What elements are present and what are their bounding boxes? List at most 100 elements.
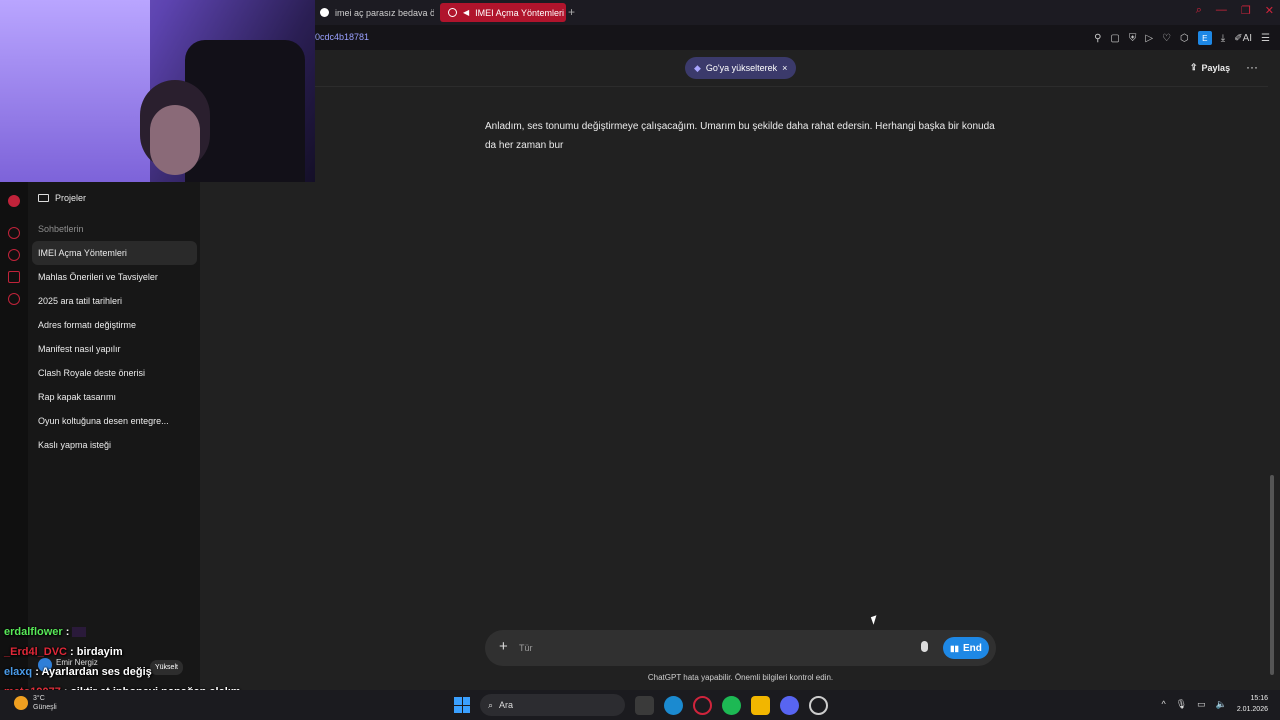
search-label: Ara xyxy=(499,700,514,710)
scrollbar[interactable] xyxy=(1270,475,1274,675)
discord-icon[interactable] xyxy=(780,695,799,715)
sidebar-item-projects[interactable]: Projeler xyxy=(38,193,86,203)
webcam-overlay xyxy=(0,0,315,182)
clock[interactable]: 15:16 2.01.2026 xyxy=(1237,693,1268,715)
system-tray: ^ 🎙 ▭ 🔈 15:16 2.01.2026 xyxy=(1161,693,1268,715)
chevron-up-icon[interactable]: ^ xyxy=(1161,699,1165,709)
chats-header: Sohbetlerin xyxy=(38,224,84,234)
sparkle-icon: ◆ xyxy=(694,62,701,73)
close-icon[interactable]: ✕ xyxy=(1265,4,1274,17)
tab-label: IMEI Açma Yöntemleri xyxy=(475,7,565,18)
search-icon: ⌕ xyxy=(488,699,494,710)
spotify-icon[interactable] xyxy=(722,695,741,715)
opera-gx-icon[interactable] xyxy=(693,695,712,715)
chat-item[interactable]: Kaslı yapma isteği xyxy=(32,433,197,457)
chat-item[interactable]: Mahlas Önerileri ve Tavsiyeler xyxy=(32,265,197,289)
extension-e-icon[interactable]: E xyxy=(1197,31,1212,45)
taskbar: 3°C Güneşli ⌕ Ara ^ 🎙 ▭ 🔈 15:16 2.01.202… xyxy=(0,690,1280,720)
chat-item[interactable]: IMEI Açma Yöntemleri xyxy=(32,241,197,265)
chat-user: erdalflower xyxy=(4,626,63,638)
end-voice-button[interactable]: ▮▮ End xyxy=(943,637,989,659)
projects-label: Projeler xyxy=(55,193,87,203)
chat-user: _Erd4l_DVC xyxy=(4,646,67,658)
chat-item[interactable]: Adres formatı değiştirme xyxy=(32,313,197,337)
screenshot-icon[interactable]: ▢ xyxy=(1110,33,1119,44)
header-divider xyxy=(200,86,1268,87)
minimize-icon[interactable]: — xyxy=(1216,4,1227,17)
disclaimer-text: ChatGPT hata yapabilir. Önemli bilgileri… xyxy=(647,673,834,682)
shield-icon[interactable]: ⛨ xyxy=(1129,33,1137,44)
close-icon[interactable]: × xyxy=(782,63,787,73)
windows-start-icon[interactable] xyxy=(454,697,470,713)
weather-desc: Güneşli xyxy=(33,704,57,711)
play-circle-icon[interactable] xyxy=(8,227,20,239)
chat-line: _Erd4l_DVC : birdayim xyxy=(4,646,123,658)
chat-message: Ayarlardan ses değiş xyxy=(41,666,152,678)
settings-icon[interactable] xyxy=(8,293,20,305)
share-label: Paylaş xyxy=(1201,62,1231,73)
chat-list: IMEI Açma Yöntemleri Mahlas Önerileri ve… xyxy=(32,241,197,457)
prompt-input[interactable] xyxy=(519,638,899,658)
play-icon[interactable]: ▷ xyxy=(1145,33,1153,44)
browser-toolbar: ⚲ ▢ ⛨ ▷ ♡ ⬡ E ⤓ ✐AI ☰ xyxy=(1094,31,1270,45)
taskbar-apps: ⌕ Ara xyxy=(454,694,828,716)
ai-label: AI xyxy=(1242,32,1253,44)
upgrade-pill[interactable]: ◆ Go'ya yükselterek × xyxy=(685,57,797,79)
ai-button[interactable]: ✐AI xyxy=(1234,33,1252,44)
webcam-face xyxy=(150,105,200,175)
volume-icon[interactable]: 🔈 xyxy=(1216,699,1227,710)
send-icon[interactable] xyxy=(8,271,20,283)
maximize-icon[interactable]: ❐ xyxy=(1241,4,1251,17)
edge-icon[interactable] xyxy=(664,695,683,715)
search-icon[interactable]: ⌕ xyxy=(1196,4,1202,17)
file-explorer-icon[interactable] xyxy=(751,695,770,715)
assistant-message: Anladım, ses tonumu değiştirmeye çalışac… xyxy=(485,121,995,151)
clock-time: 15:16 xyxy=(1250,695,1268,702)
chat-line: elaxq : Ayarlardan ses değiş xyxy=(4,666,152,678)
emote-icon xyxy=(72,627,87,638)
opera-icon[interactable] xyxy=(8,195,20,207)
weather-widget[interactable]: 3°C Güneşli xyxy=(14,694,57,712)
tab-imei-search[interactable]: imei aç parasız bedava öğrenme xyxy=(312,3,434,22)
extensions-icon[interactable]: ⬡ xyxy=(1180,33,1189,44)
share-button[interactable]: ⇪ Paylaş xyxy=(1190,62,1230,73)
history-icon[interactable] xyxy=(8,249,20,261)
plus-icon[interactable]: + xyxy=(499,638,508,655)
chat-item[interactable]: 2025 ara tatil tarihleri xyxy=(32,289,197,313)
chat-user: elaxq xyxy=(4,666,33,678)
sun-icon xyxy=(14,696,28,710)
chrome-icon[interactable] xyxy=(809,695,828,715)
taskbar-search[interactable]: ⌕ Ara xyxy=(480,694,625,716)
speaker-icon[interactable]: ◀ xyxy=(463,8,469,17)
share-icon: ⇪ xyxy=(1190,62,1198,72)
url-text[interactable]: 0cdc4b18781 xyxy=(315,32,369,42)
new-tab-button[interactable]: + xyxy=(568,5,575,19)
more-options-icon[interactable]: ··· xyxy=(1246,60,1258,74)
upgrade-label: Go'ya yükselterek xyxy=(705,63,778,73)
chat-line: erdalflower : xyxy=(4,622,241,642)
network-icon[interactable]: ▭ xyxy=(1197,699,1206,710)
screen: imei aç parasız bedava öğrenme ◀ IMEI Aç… xyxy=(0,0,1280,720)
pin-icon[interactable]: ⚲ xyxy=(1094,33,1101,44)
window-controls: ⌕ — ❐ ✕ xyxy=(1196,4,1274,17)
microphone-icon[interactable]: 🎙 xyxy=(1176,699,1187,710)
chat-item[interactable]: Oyun koltuğuna desen entegre... xyxy=(32,409,197,433)
composer: + ▮▮ End xyxy=(485,630,996,666)
waveform-icon: ▮▮ xyxy=(950,643,959,653)
menu-icon[interactable]: ☰ xyxy=(1261,33,1270,44)
mouse-cursor-icon xyxy=(870,615,880,625)
tab-label: imei aç parasız bedava öğrenme xyxy=(335,7,434,18)
folder-icon xyxy=(38,194,49,202)
chatgpt-icon xyxy=(448,8,457,17)
end-label: End xyxy=(962,642,982,654)
heart-icon[interactable]: ♡ xyxy=(1162,33,1171,44)
tab-imei-chatgpt[interactable]: ◀ IMEI Açma Yöntemleri xyxy=(440,3,566,22)
chat-item[interactable]: Clash Royale deste önerisi xyxy=(32,361,197,385)
download-icon[interactable]: ⤓ xyxy=(1221,33,1225,44)
task-view-icon[interactable] xyxy=(635,695,654,715)
chat-item[interactable]: Rap kapak tasarımı xyxy=(32,385,197,409)
clock-date: 2.01.2026 xyxy=(1236,706,1268,713)
webcam-background xyxy=(0,0,150,182)
chat-item[interactable]: Manifest nasıl yapılır xyxy=(32,337,197,361)
microphone-icon[interactable] xyxy=(921,641,928,652)
